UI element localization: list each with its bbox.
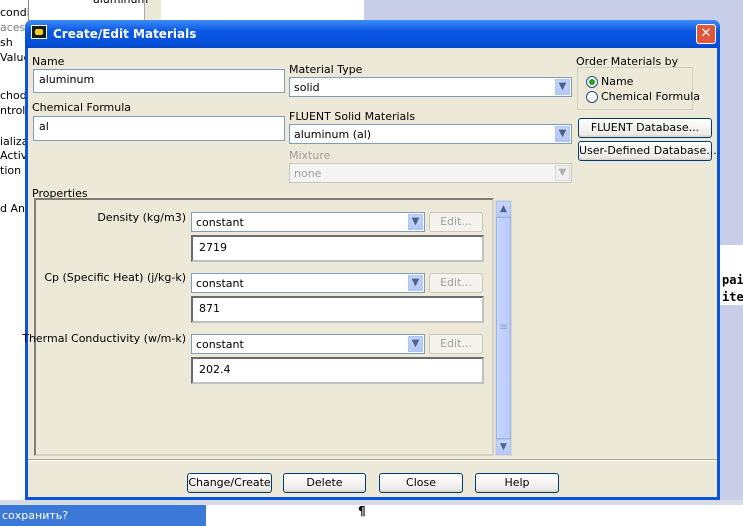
cp-method-value: constant	[196, 277, 244, 290]
material-type-label: Material Type	[289, 63, 363, 76]
chevron-down-icon[interactable]: ▼	[555, 79, 570, 95]
fluent-app-icon	[31, 25, 47, 39]
pilcrow-mark: ¶	[358, 504, 366, 518]
order-by-formula-label[interactable]: Chemical Formula	[601, 90, 700, 103]
bg-list-item: aluminum	[93, 0, 148, 6]
help-button[interactable]: Help	[475, 473, 559, 493]
chevron-down-icon[interactable]: ▼	[408, 214, 423, 230]
chemical-formula-label: Chemical Formula	[32, 101, 132, 114]
order-by-formula-radio[interactable]	[586, 91, 598, 103]
name-field[interactable]: aluminum	[33, 69, 285, 93]
cp-value-field[interactable]: 871	[191, 296, 484, 323]
bg-tree-item: aces	[0, 21, 26, 34]
chevron-down-icon[interactable]: ▼	[408, 336, 423, 352]
close-button[interactable]: Close	[379, 473, 463, 493]
bg-tree-item: sh	[0, 36, 13, 49]
density-edit-button[interactable]: Edit...	[429, 212, 483, 232]
title-bar[interactable]: Create/Edit Materials ✕	[25, 20, 720, 48]
cp-label: Cp (Specific Heat) (j/kg-k)	[44, 271, 186, 284]
thermal-conductivity-value-field[interactable]: 202.4	[191, 357, 484, 384]
thermal-conductivity-method-value: constant	[196, 338, 244, 351]
properties-panel: Density (kg/m3) constant ▼ Edit... 2719 …	[22, 198, 494, 456]
cp-edit-button[interactable]: Edit...	[429, 273, 483, 293]
change-create-button[interactable]: Change/Create	[187, 473, 272, 493]
fluent-solid-materials-value: aluminum (al)	[294, 128, 372, 141]
properties-scrollbar[interactable]: ▲ ≡ ▼	[495, 200, 512, 456]
mixture-label: Mixture	[289, 149, 331, 162]
dialog-body: Name aluminum Chemical Formula al Materi…	[22, 48, 717, 497]
thermal-conductivity-label: Thermal Conductivity (w/m-k)	[22, 332, 186, 345]
chevron-down-icon: ▼	[555, 165, 570, 181]
cp-method-select[interactable]: constant ▼	[191, 273, 425, 293]
background-document	[206, 505, 743, 526]
thermal-conductivity-method-select[interactable]: constant ▼	[191, 334, 425, 354]
background-list-panel: aluminum	[28, 0, 364, 22]
bg-console-line: ite	[722, 290, 743, 304]
chevron-up-icon[interactable]: ▲	[496, 201, 511, 217]
close-icon[interactable]: ✕	[696, 24, 716, 44]
bg-tree-item: tion	[0, 164, 22, 177]
order-by-name-radio[interactable]	[586, 76, 598, 88]
scrollbar-thumb[interactable]: ≡	[496, 217, 511, 439]
order-materials-group: Name Chemical Formula	[577, 67, 700, 110]
bg-tree-item: d Ani	[0, 202, 29, 215]
chemical-formula-field[interactable]: al	[33, 116, 285, 141]
button-separator	[28, 459, 717, 461]
density-label: Density (kg/m3)	[97, 211, 186, 224]
user-defined-database-button[interactable]: User-Defined Database...	[578, 141, 717, 161]
fluent-solid-materials-select[interactable]: aluminum (al) ▼	[289, 124, 572, 144]
density-value-field[interactable]: 2719	[191, 235, 484, 262]
create-edit-materials-dialog: Create/Edit Materials ✕ Name aluminum Ch…	[22, 20, 720, 500]
dialog-title: Create/Edit Materials	[53, 27, 197, 41]
chevron-down-icon[interactable]: ▼	[496, 439, 511, 455]
chevron-down-icon[interactable]: ▼	[408, 275, 423, 291]
density-method-select[interactable]: constant ▼	[191, 212, 425, 232]
thermal-conductivity-edit-button[interactable]: Edit...	[429, 334, 483, 354]
name-label: Name	[32, 55, 65, 68]
fluent-database-button[interactable]: FLUENT Database...	[578, 118, 712, 138]
taskbar-item[interactable]: сохранить?	[0, 505, 206, 526]
mixture-select[interactable]: none ▼	[289, 163, 572, 183]
mixture-value: none	[294, 167, 322, 180]
fluent-solid-materials-label: FLUENT Solid Materials	[289, 110, 416, 123]
delete-button[interactable]: Delete	[283, 473, 366, 493]
material-type-value: solid	[294, 81, 320, 94]
chevron-down-icon[interactable]: ▼	[555, 126, 570, 142]
density-method-value: constant	[196, 216, 244, 229]
material-type-select[interactable]: solid ▼	[289, 77, 572, 97]
bg-console-line: pai	[722, 273, 743, 287]
order-by-name-label[interactable]: Name	[601, 75, 633, 88]
